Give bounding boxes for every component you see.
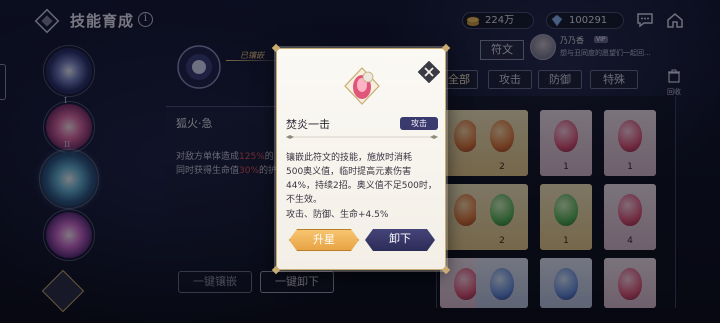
rune-type-badge: 攻击 (400, 117, 438, 130)
unequip-button[interactable]: 卸下 (365, 229, 435, 251)
ornament-divider (286, 135, 438, 139)
rune-description: 镶嵌此符文的技能，施放时消耗 500奥义值，临时提高元素伤害 44%，持续2招。… (286, 153, 437, 205)
rune-stats: 攻击、防御、生命+4.5% (286, 210, 389, 220)
upgrade-star-button[interactable]: 升星 (289, 229, 359, 251)
close-icon[interactable] (418, 61, 440, 83)
fire-rune-icon (344, 67, 380, 105)
rune-name: 焚炎一击 (286, 118, 330, 131)
rune-detail-popup: 焚炎一击 攻击 镶嵌此符文的技能，施放时消耗 500奥义值，临时提高元素伤害 4… (271, 43, 451, 275)
